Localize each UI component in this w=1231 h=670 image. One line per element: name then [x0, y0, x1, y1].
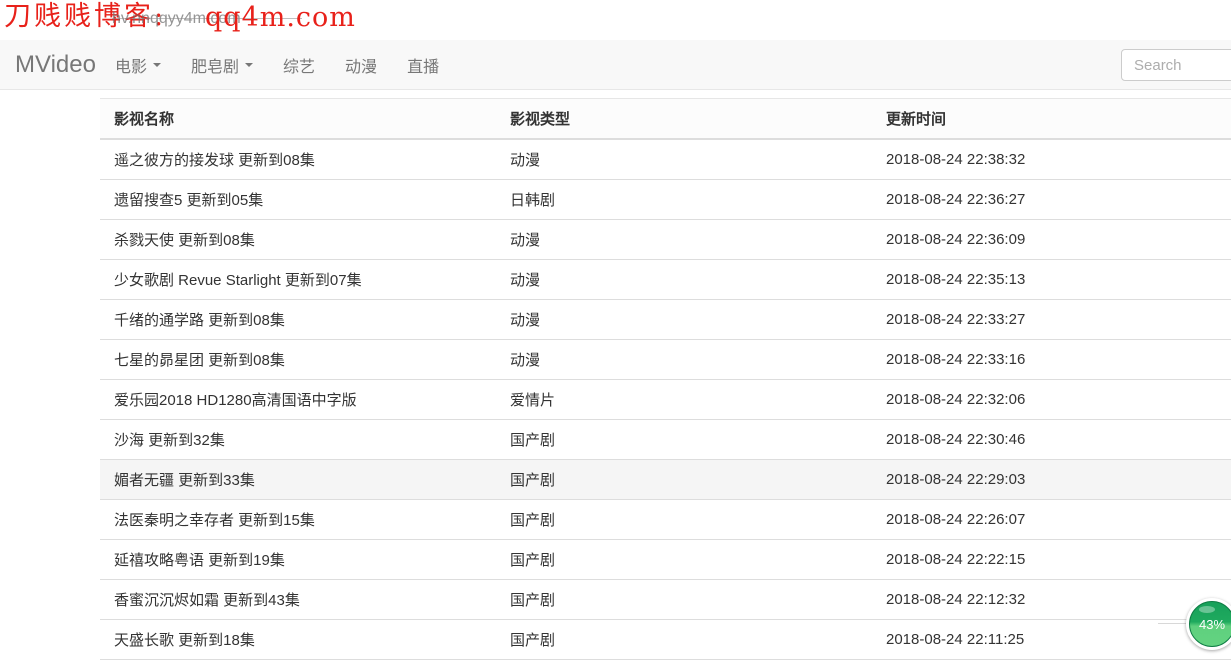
table-row[interactable]: 女子监狱第六季 更新到09集欧美剧2018-08-24 21:42:02 [100, 659, 1231, 670]
cell-update-time: 2018-08-24 22:35:13 [872, 259, 1231, 300]
cell-video-name[interactable]: 七星的昴星团 更新到08集 [100, 339, 496, 380]
cell-video-name[interactable]: 法医秦明之幸存者 更新到15集 [100, 499, 496, 540]
cell-video-type: 动漫 [496, 219, 872, 260]
cell-video-name[interactable]: 天盛长歌 更新到18集 [100, 619, 496, 660]
table-row[interactable]: 爱乐园2018 HD1280高清国语中字版 爱情片 2018-08-24 22:32… [100, 379, 1231, 420]
table-row[interactable]: 遥之彼方的接发球 更新到08集 动漫 2018-08-24 22:38:32 [100, 138, 1231, 180]
table-row[interactable]: 遗留搜查5 更新到05集 日韩剧 2018-08-24 22:36:27 [100, 179, 1231, 220]
cell-update-time: 2018-08-24 22:36:09 [872, 219, 1231, 260]
cell-update-time: 2018-08-24 22:33:16 [872, 339, 1231, 380]
cell-update-time: 2018-08-24 22:32:06 [872, 379, 1231, 420]
cell-video-name[interactable]: 遥之彼方的接发球 更新到08集 [100, 138, 496, 180]
cell-video-type: 欧美剧 [496, 659, 872, 670]
cell-video-type: 国产剧 [496, 459, 872, 500]
search-input[interactable] [1121, 49, 1231, 81]
cell-video-type: 动漫 [496, 259, 872, 300]
watermark-red-domain: qq4m.com [205, 2, 356, 33]
cell-video-type: 动漫 [496, 339, 872, 380]
watermark-band: 刀贱贱博客: hv.nnqqyy4m.com qq4m.com [0, 0, 1231, 41]
cell-video-name[interactable]: 女子监狱第六季 更新到09集 [100, 659, 496, 670]
cell-video-type: 日韩剧 [496, 179, 872, 220]
content-area: 影视名称 影视类型 更新时间 遥之彼方的接发球 更新到08集 动漫 2018-08-… [100, 98, 1231, 670]
cell-video-type: 动漫 [496, 299, 872, 340]
nav-item-label: 综艺 [283, 59, 316, 76]
cell-update-time: 2018-08-24 22:26:07 [872, 499, 1231, 540]
cell-update-time: 2018-08-24 22:12:32 [872, 579, 1231, 620]
cell-video-name[interactable]: 少女歌剧 Revue Starlight 更新到07集 [100, 259, 496, 300]
nav-item-live[interactable]: 直播 [392, 40, 454, 90]
cell-update-time: 2018-08-24 22:30:46 [872, 419, 1231, 460]
cell-update-time: 2018-08-24 22:22:15 [872, 539, 1231, 580]
cell-update-time: 2018-08-24 22:33:27 [872, 299, 1231, 340]
cell-video-type: 国产剧 [496, 579, 872, 620]
table-head: 影视名称 影视类型 更新时间 [100, 98, 1231, 140]
cell-video-name[interactable]: 爱乐园2018 HD1280高清国语中字版 [100, 379, 496, 420]
cell-video-name[interactable]: 遗留搜查5 更新到05集 [100, 179, 496, 220]
nav-item-movies[interactable]: 电影 [100, 40, 176, 90]
column-header-type[interactable]: 影视类型 [496, 98, 872, 140]
table-row[interactable]: 延禧攻略粤语 更新到19集 国产剧 2018-08-24 22:22:15 [100, 539, 1231, 580]
cell-update-time: 2018-08-24 22:36:27 [872, 179, 1231, 220]
page-root: 刀贱贱博客: hv.nnqqyy4m.com qq4m.com MVideo 电… [0, 0, 1231, 670]
table-row[interactable]: 天盛长歌 更新到18集 国产剧 2018-08-24 22:11:25 [100, 619, 1231, 660]
cell-update-time: 2018-08-24 22:11:25 [872, 619, 1231, 660]
table-header-row: 影视名称 影视类型 更新时间 [100, 98, 1231, 140]
video-listing-table: 影视名称 影视类型 更新时间 遥之彼方的接发球 更新到08集 动漫 2018-08-… [100, 98, 1231, 670]
nav-item-label: 动漫 [345, 59, 378, 76]
cell-video-name[interactable]: 千绪的通学路 更新到08集 [100, 299, 496, 340]
table-row[interactable]: 七星的昴星团 更新到08集 动漫 2018-08-24 22:33:16 [100, 339, 1231, 380]
cell-video-type: 国产剧 [496, 419, 872, 460]
table-row[interactable]: 千绪的通学路 更新到08集 动漫 2018-08-24 22:33:27 [100, 299, 1231, 340]
brand-logo[interactable]: MVideo [12, 40, 111, 90]
cell-video-name[interactable]: 延禧攻略粤语 更新到19集 [100, 539, 496, 580]
progress-badge[interactable]: 43% [1186, 598, 1231, 650]
cell-update-time: 2018-08-24 22:38:32 [872, 138, 1231, 180]
cell-update-time: 2018-08-24 22:29:03 [872, 459, 1231, 500]
nav-item-soap-drama[interactable]: 肥皂剧 [176, 40, 268, 90]
nav-menu: 电影 肥皂剧 综艺 动漫 直播 [100, 40, 454, 90]
table-row[interactable]: 少女歌剧 Revue Starlight 更新到07集 动漫 2018-08-24 … [100, 259, 1231, 300]
cell-update-time: 2018-08-24 21:42:02 [872, 659, 1231, 670]
cell-video-name[interactable]: 沙海 更新到32集 [100, 419, 496, 460]
table-row[interactable]: 沙海 更新到32集 国产剧 2018-08-24 22:30:46 [100, 419, 1231, 460]
nav-item-label: 肥皂剧 [191, 59, 240, 76]
cell-video-type: 动漫 [496, 138, 872, 180]
table-row[interactable]: 法医秦明之幸存者 更新到15集 国产剧 2018-08-24 22:26:07 [100, 499, 1231, 540]
chevron-down-icon [245, 63, 254, 67]
cell-video-type: 国产剧 [496, 499, 872, 540]
cell-video-name[interactable]: 香蜜沉沉烬如霜 更新到43集 [100, 579, 496, 620]
cell-video-name[interactable]: 杀戮天使 更新到08集 [100, 219, 496, 260]
cell-video-name[interactable]: 媚者无疆 更新到33集 [100, 459, 496, 500]
chevron-down-icon [153, 63, 162, 67]
table-body: 遥之彼方的接发球 更新到08集 动漫 2018-08-24 22:38:32 遗留搜查… [100, 138, 1231, 670]
table-row[interactable]: 香蜜沉沉烬如霜 更新到43集 国产剧 2018-08-24 22:12:32 [100, 579, 1231, 620]
cell-video-type: 国产剧 [496, 539, 872, 580]
nav-item-variety[interactable]: 综艺 [268, 40, 330, 90]
progress-circle-icon: 43% [1189, 601, 1231, 647]
nav-item-label: 电影 [115, 59, 148, 76]
column-header-name[interactable]: 影视名称 [100, 98, 496, 140]
nav-item-anime[interactable]: 动漫 [330, 40, 392, 90]
badge-guideline [1158, 623, 1188, 624]
navbar: MVideo 电影 肥皂剧 综艺 动漫 直播 [0, 40, 1231, 90]
cell-video-type: 国产剧 [496, 619, 872, 660]
progress-percent-label: 43% [1198, 616, 1226, 632]
table-row[interactable]: 杀戮天使 更新到08集 动漫 2018-08-24 22:36:09 [100, 219, 1231, 260]
cell-video-type: 爱情片 [496, 379, 872, 420]
column-header-time[interactable]: 更新时间 [872, 98, 1231, 140]
nav-item-label: 直播 [407, 59, 440, 76]
table-row[interactable]: 媚者无疆 更新到33集 国产剧 2018-08-24 22:29:03 [100, 459, 1231, 500]
